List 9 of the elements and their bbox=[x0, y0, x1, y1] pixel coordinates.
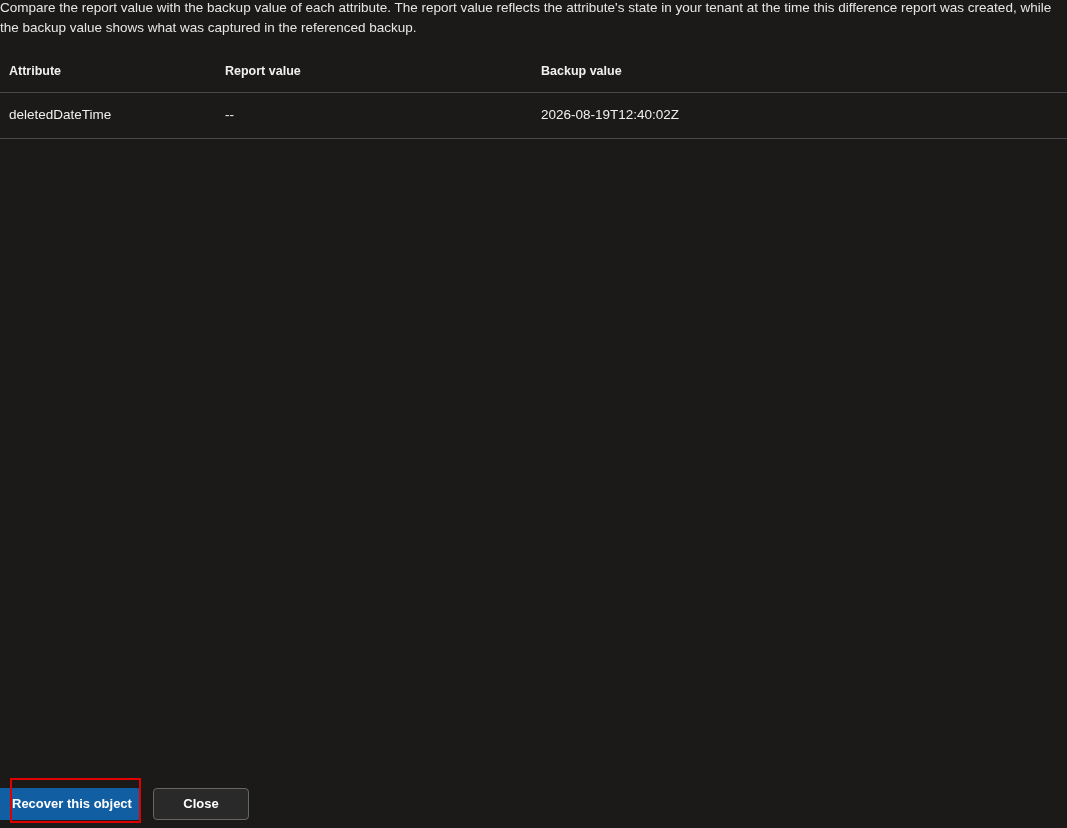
column-header: Backup value bbox=[541, 63, 622, 80]
table-cell-text: 2026-08-19T12:40:02Z bbox=[541, 106, 680, 125]
table-cell-text: -- bbox=[225, 106, 234, 125]
description-text: Compare the report value with the backup value of each attribute. The report value reflects the attribute's state in your tenant at the time this difference report was created, while the backup value shows what was captured in the referenced backup. bbox=[0, 0, 1053, 37]
close-button[interactable]: Close bbox=[153, 788, 249, 820]
recover-button[interactable]: Recover this object bbox=[0, 788, 141, 820]
table-cell-text: deletedDateTime bbox=[9, 106, 112, 125]
column-header: Report value bbox=[225, 63, 301, 80]
column-header: Attribute bbox=[9, 63, 62, 80]
